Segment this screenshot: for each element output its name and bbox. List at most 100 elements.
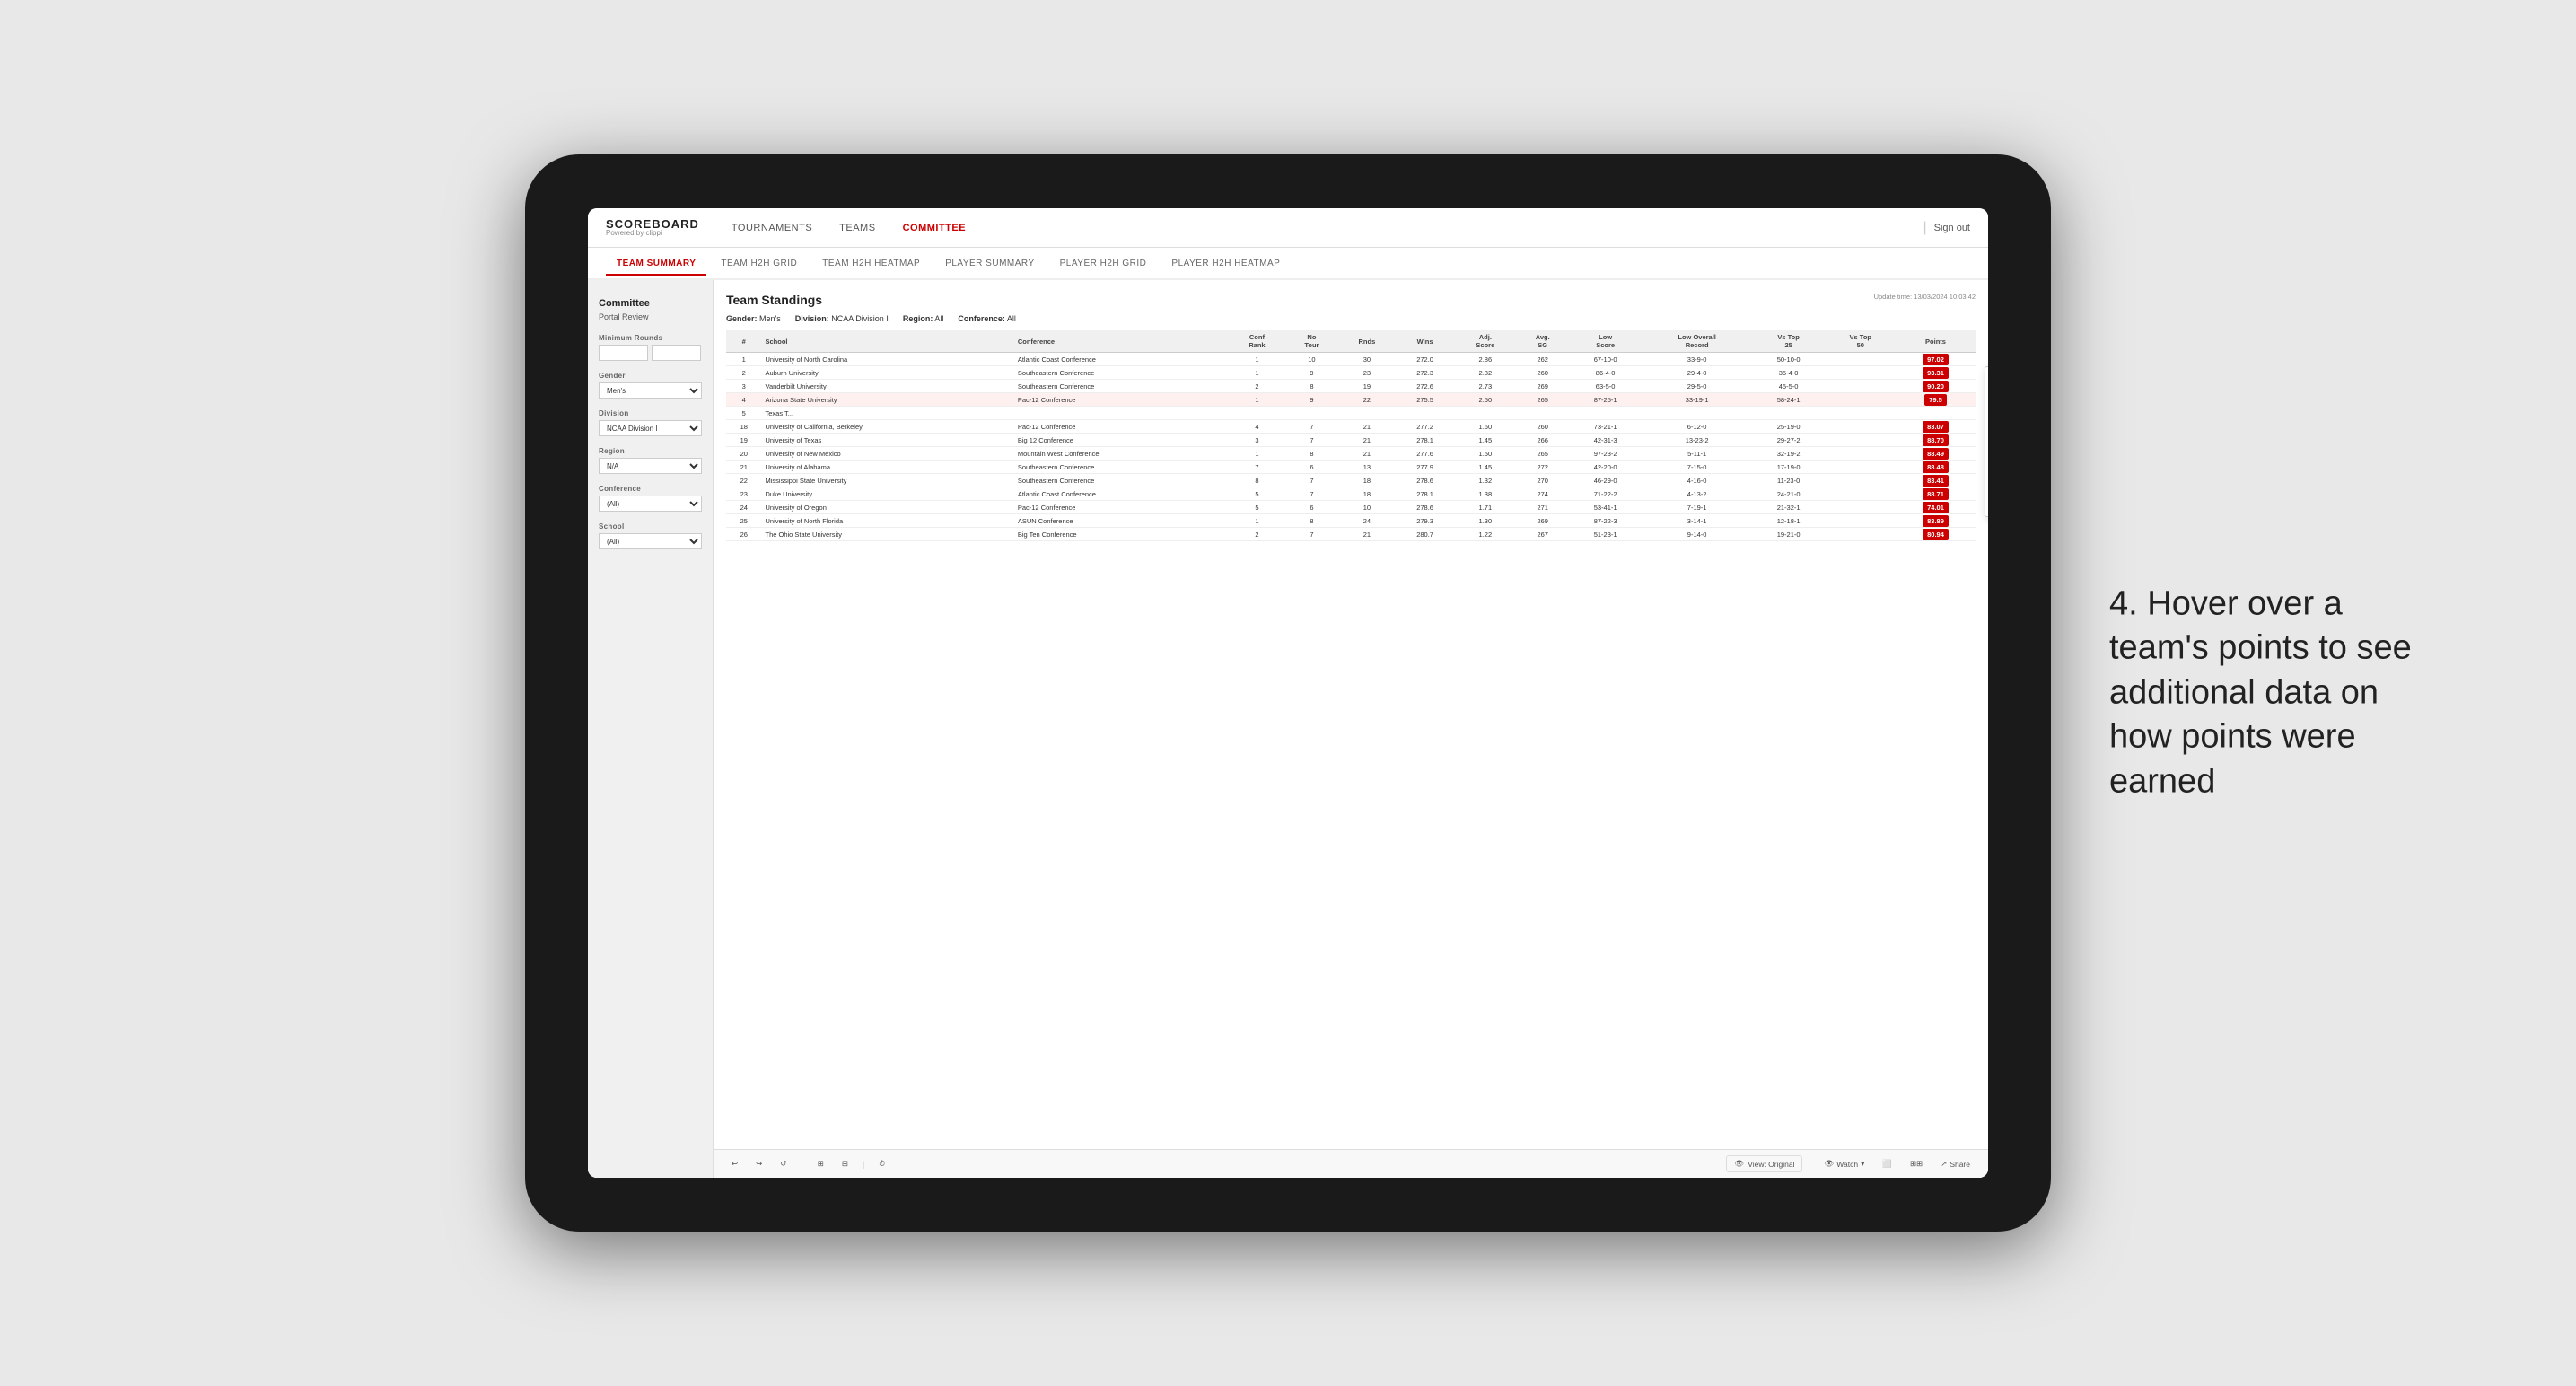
col-wins: Wins: [1396, 330, 1454, 353]
col-vs-top50: Vs Top50: [1826, 330, 1896, 353]
watch-button[interactable]: 👁 Watch ▾: [1818, 1156, 1870, 1171]
cell-points[interactable]: 97.02: [1896, 353, 1976, 366]
display-region: Region: All: [903, 314, 944, 323]
table-row-highlighted: 4 Arizona State University Pac-12 Confer…: [726, 393, 1976, 407]
table-row: 18 University of California, Berkeley Pa…: [726, 420, 1976, 434]
cell-rnds: 21: [1338, 434, 1397, 447]
filter-school-select[interactable]: (All): [599, 533, 702, 549]
cell-points[interactable]: 88.49: [1896, 447, 1976, 461]
filter-rounds-min[interactable]: [599, 345, 648, 361]
cell-conference: Southeastern Conference: [1014, 474, 1229, 487]
sidebar-title: Committee: [599, 298, 702, 309]
cell-points[interactable]: 74.01: [1896, 501, 1976, 514]
cell-low-score: 87-25-1: [1569, 393, 1643, 407]
cell-avg-sg: 270: [1517, 474, 1569, 487]
table-row: 1 University of North Carolina Atlantic …: [726, 353, 1976, 366]
cell-points[interactable]: 88.48: [1896, 461, 1976, 474]
cell-rnds: 21: [1338, 528, 1397, 541]
logo: SCOREBOARD Powered by clippi: [606, 218, 705, 237]
nav-teams[interactable]: TEAMS: [839, 223, 875, 233]
cell-wins: 277.2: [1396, 420, 1454, 434]
cell-rnds: 18: [1338, 487, 1397, 501]
cell-points[interactable]: 83.07: [1896, 420, 1976, 434]
cell-low-score: [1569, 407, 1643, 420]
filter-rounds-max[interactable]: [652, 345, 701, 361]
cell-wins: 275.5: [1396, 393, 1454, 407]
toolbar-clock[interactable]: ⏱: [873, 1156, 890, 1171]
nav-committee[interactable]: COMMITTEE: [903, 223, 967, 233]
tab-team-h2h-grid[interactable]: TEAM H2H GRID: [710, 253, 808, 276]
table-row: 24 University of Oregon Pac-12 Conferenc…: [726, 501, 1976, 514]
display-division: Division: NCAA Division I: [795, 314, 889, 323]
cell-low-score: 67-10-0: [1569, 353, 1643, 366]
cell-conference: Southeastern Conference: [1014, 461, 1229, 474]
cell-adj-score: 1.71: [1454, 501, 1517, 514]
display-conference: Conference: All: [958, 314, 1016, 323]
cell-points[interactable]: 88.71: [1896, 487, 1976, 501]
filter-conference-select[interactable]: (All): [599, 496, 702, 512]
cell-rank: 5: [726, 407, 762, 420]
view-original-button[interactable]: 👁 View: Original: [1726, 1155, 1802, 1172]
table-row: 3 Vanderbilt University Southeastern Con…: [726, 380, 1976, 393]
table-row: 21 University of Alabama Southeastern Co…: [726, 461, 1976, 474]
tab-team-h2h-heatmap[interactable]: TEAM H2H HEATMAP: [811, 253, 931, 276]
cell-conference: Mountain West Conference: [1014, 447, 1229, 461]
toolbar-copy[interactable]: ⊞: [812, 1156, 829, 1171]
cell-wins: 278.6: [1396, 474, 1454, 487]
cell-low-score: 53-41-1: [1569, 501, 1643, 514]
top-nav: SCOREBOARD Powered by clippi TOURNAMENTS…: [588, 208, 1988, 248]
points-tooltip: Team Event Event Division Event Type Rou…: [1985, 366, 1988, 517]
tablet-device: SCOREBOARD Powered by clippi TOURNAMENTS…: [525, 154, 2051, 1232]
toolbar-paste[interactable]: ⊟: [837, 1156, 854, 1171]
cell-points-highlighted[interactable]: 79.5 Team Event: [1896, 393, 1976, 407]
cell-conf-rank: 1: [1229, 447, 1286, 461]
cell-avg-sg: 272: [1517, 461, 1569, 474]
nav-tournaments[interactable]: TOURNAMENTS: [732, 223, 812, 233]
cell-vs-top50: [1826, 420, 1896, 434]
cell-points[interactable]: 88.70: [1896, 434, 1976, 447]
cell-rnds: 30: [1338, 353, 1397, 366]
cell-points[interactable]: 83.41: [1896, 474, 1976, 487]
cell-points[interactable]: 90.20: [1896, 380, 1976, 393]
col-no-tour: NoTour: [1285, 330, 1337, 353]
sign-out-button[interactable]: Sign out: [1934, 223, 1970, 233]
cell-no-tour: 7: [1285, 528, 1337, 541]
report-wrapper: Team Standings Update time: 13/03/2024 1…: [714, 280, 1988, 1178]
toolbar-refresh[interactable]: ↺: [775, 1156, 792, 1171]
cell-points[interactable]: 83.89: [1896, 514, 1976, 528]
table-row: 25 University of North Florida ASUN Conf…: [726, 514, 1976, 528]
cell-points[interactable]: 80.94: [1896, 528, 1976, 541]
toolbar-undo[interactable]: ↩: [726, 1156, 743, 1171]
cell-vs-top50: [1826, 380, 1896, 393]
cell-wins: 278.1: [1396, 487, 1454, 501]
tab-player-summary[interactable]: PLAYER SUMMARY: [934, 253, 1045, 276]
col-avg-sg: Avg.SG: [1517, 330, 1569, 353]
cell-vs-top25: 11-23-0: [1752, 474, 1826, 487]
tab-player-h2h-grid[interactable]: PLAYER H2H GRID: [1049, 253, 1158, 276]
filter-conference-label: Conference: [599, 485, 702, 493]
cell-conf-rank: [1229, 407, 1286, 420]
table-row: 20 University of New Mexico Mountain Wes…: [726, 447, 1976, 461]
filter-gender-select[interactable]: Men's Women's: [599, 382, 702, 399]
tab-team-summary[interactable]: TEAM SUMMARY: [606, 253, 706, 276]
cell-wins: 278.6: [1396, 501, 1454, 514]
cell-low-score: 42-31-3: [1569, 434, 1643, 447]
col-school: School: [762, 330, 1014, 353]
cell-points[interactable]: [1896, 407, 1976, 420]
cell-conf-rank: 2: [1229, 528, 1286, 541]
filter-region-select[interactable]: N/A All: [599, 458, 702, 474]
toolbar-icon1[interactable]: ⬜: [1877, 1156, 1897, 1171]
nav-separator: |: [1923, 220, 1926, 236]
cell-no-tour: 7: [1285, 420, 1337, 434]
tab-player-h2h-heatmap[interactable]: PLAYER H2H HEATMAP: [1161, 253, 1291, 276]
cell-avg-sg: 262: [1517, 353, 1569, 366]
filter-division-select[interactable]: NCAA Division I NCAA Division II: [599, 420, 702, 436]
share-button[interactable]: ↗ Share: [1935, 1156, 1976, 1171]
toolbar-redo[interactable]: ↪: [750, 1156, 767, 1171]
cell-low-score: 42-20-0: [1569, 461, 1643, 474]
cell-school: University of Oregon: [762, 501, 1014, 514]
toolbar-icon2[interactable]: ⊞⊞: [1905, 1156, 1928, 1171]
cell-points[interactable]: 93.31: [1896, 366, 1976, 380]
cell-low-score: 63-5-0: [1569, 380, 1643, 393]
watch-chevron-icon: ▾: [1861, 1159, 1864, 1169]
